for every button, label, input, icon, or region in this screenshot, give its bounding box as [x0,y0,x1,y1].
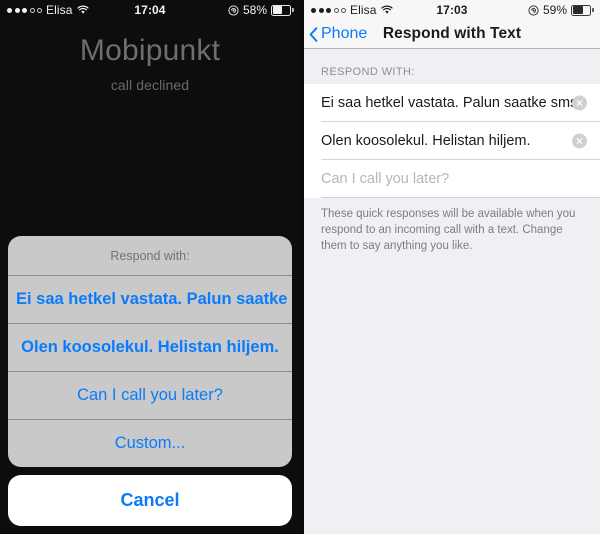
table-row[interactable]: Ei saa hetkel vastata. Palun saatke sms. [304,84,600,122]
battery-icon [571,4,594,16]
dual-screenshot-composite: Elisa 17:04 58% Mobipunkt call declined … [0,0,600,534]
action-sheet-option-2[interactable]: Olen koosolekul. Helistan hiljem. [8,324,292,372]
section-footer-note: These quick responses will be available … [321,208,576,252]
section-header: RESPOND WITH: [321,66,415,78]
action-sheet-option-1[interactable]: Ei saa hetkel vastata. Palun saatke sms. [8,276,292,324]
caller-name: Mobipunkt [79,34,221,67]
clock-label: 17:04 [134,3,166,17]
rotation-lock-icon [228,4,239,16]
action-sheet-panel: Respond with: Ei saa hetkel vastata. Pal… [8,236,292,467]
status-bar-left: Elisa 17:04 58% [0,0,300,20]
cancel-button[interactable]: Cancel [8,475,292,526]
call-status-label: call declined [110,77,190,93]
table-row[interactable]: Can I call you later? [304,160,600,198]
row-separator [321,197,600,198]
clear-icon[interactable] [572,95,587,111]
call-info: Mobipunkt call declined [0,20,300,93]
status-bar-right: Elisa 17:03 59% [304,0,600,20]
clear-icon[interactable] [572,133,587,149]
response-text-field-3[interactable]: Can I call you later? [321,171,449,187]
action-sheet-title: Respond with: [8,236,292,276]
table-row[interactable]: Olen koosolekul. Helistan hiljem. [304,122,600,160]
respond-with-action-sheet: Respond with: Ei saa hetkel vastata. Pal… [8,236,292,526]
response-text-field-1[interactable]: Ei saa hetkel vastata. Palun saatke sms. [321,95,581,111]
respond-with-text-settings-screen: Elisa 17:03 59% Phone Respond with Text … [304,0,600,534]
page-title: Respond with Text [382,25,522,42]
battery-icon [271,4,294,16]
response-text-field-2[interactable]: Olen koosolekul. Helistan hiljem. [321,133,531,149]
clock-label: 17:03 [436,3,468,17]
quick-responses-table: Ei saa hetkel vastata. Palun saatke sms.… [304,84,600,198]
rotation-lock-icon [528,4,539,16]
action-sheet-option-custom[interactable]: Custom... [8,420,292,467]
navigation-bar: Phone Respond with Text [304,20,600,49]
in-call-screen: Elisa 17:04 58% Mobipunkt call declined … [0,0,300,534]
action-sheet-option-3[interactable]: Can I call you later? [8,372,292,420]
